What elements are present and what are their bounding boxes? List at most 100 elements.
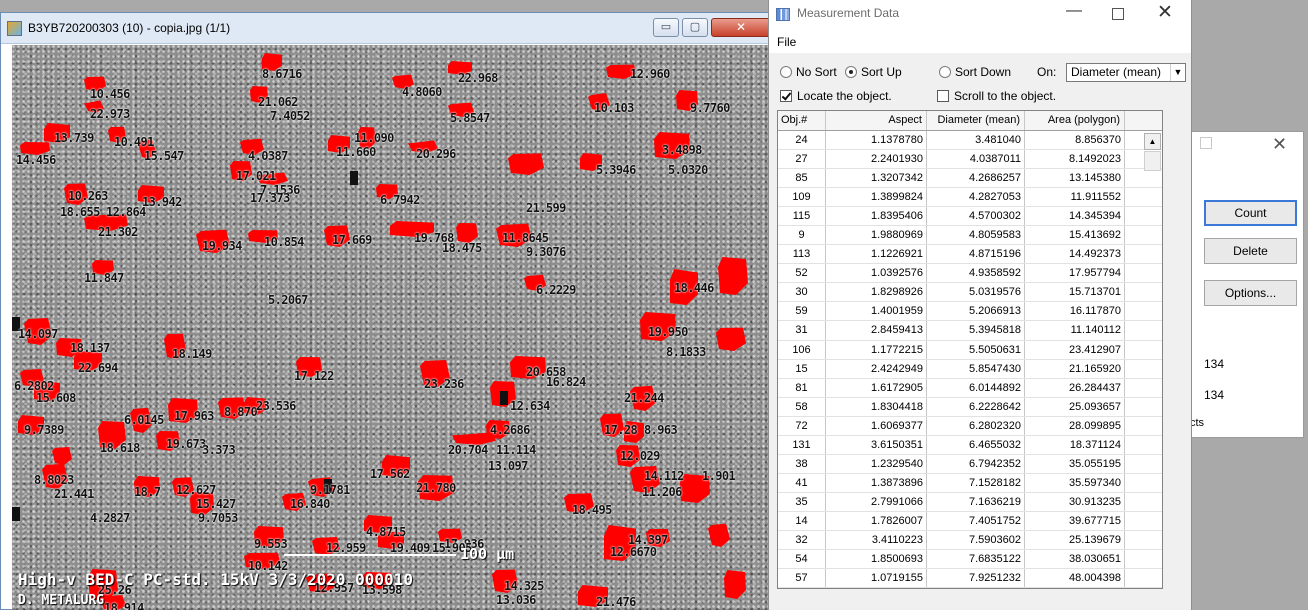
particle-measurement-label: 17.963 <box>174 409 214 423</box>
scrollbar-gutter <box>1125 131 1143 149</box>
scroll-object-checkbox[interactable]: Scroll to the object. <box>937 89 1056 103</box>
locate-object-label: Locate the object. <box>797 89 892 103</box>
measurement-table[interactable]: Obj.# Aspect Diameter (mean) Area (polyg… <box>777 110 1163 590</box>
measurement-title-bar[interactable]: Measurement Data — ✕ <box>769 0 1191 32</box>
minimize-icon[interactable]: — <box>1066 2 1082 20</box>
micrograph-image[interactable]: 8.6716 10.456 22.973 21.062 7.4052 4.8060 22.9… <box>12 45 769 610</box>
particle-measurement-label: 3.373 <box>202 443 236 457</box>
table-row[interactable]: 85 1.3207342 4.2686257 13.145380 <box>778 169 1162 189</box>
particle-measurement-label: 20.704 <box>448 443 488 457</box>
cell-area: 38.030651 <box>1025 550 1125 569</box>
table-row[interactable]: 59 1.4001959 5.2066913 16.117870 <box>778 302 1162 322</box>
locate-object-checkbox[interactable]: Locate the object. <box>780 89 892 103</box>
column-header-aspect[interactable]: Aspect <box>826 111 927 130</box>
minimize-button[interactable]: ▭ <box>653 18 679 37</box>
particle-measurement-label: 16.824 <box>546 375 586 389</box>
scrollbar-thumb[interactable] <box>1144 151 1161 171</box>
scale-label: 100 μm <box>460 545 515 563</box>
particle-measurement-label: 20.296 <box>416 147 456 161</box>
cell-diameter: 5.3945818 <box>927 321 1025 340</box>
count-button[interactable]: Count <box>1204 200 1297 226</box>
maximize-icon[interactable] <box>1112 8 1124 20</box>
table-row[interactable]: 113 1.1226921 4.8715196 14.492373 <box>778 245 1162 265</box>
table-row[interactable]: 131 3.6150351 6.4655032 18.371124 <box>778 435 1162 455</box>
table-row[interactable]: 38 1.2329540 6.7942352 35.055195 <box>778 454 1162 474</box>
scrollbar-gutter <box>1125 569 1143 587</box>
viewer-title-bar[interactable]: B3YB720200303 (10) - copia.jpg (1/1) ▭ ▢… <box>1 13 771 44</box>
particle-measurement-label: 11.8645 <box>502 231 549 245</box>
particle-measurement-label: 18.149 <box>172 347 212 361</box>
cell-obj: 72 <box>778 416 826 435</box>
particle-polygon[interactable] <box>708 523 730 547</box>
sort-key-value: Diameter (mean) <box>1071 65 1162 79</box>
particle-measurement-label: 10.263 <box>68 189 108 203</box>
particle-polygon[interactable] <box>716 327 746 351</box>
particle-polygon[interactable] <box>456 223 478 243</box>
particle-measurement-label: 8.963 <box>644 423 678 437</box>
column-header-obj[interactable]: Obj.# <box>778 111 826 130</box>
cell-area: 8.856370 <box>1025 131 1125 150</box>
particle-measurement-label: 21.302 <box>98 225 138 239</box>
table-row[interactable]: 41 1.3873896 7.1528182 35.597340 <box>778 473 1162 493</box>
column-header-diameter[interactable]: Diameter (mean) <box>927 111 1025 130</box>
close-icon[interactable]: ✕ <box>1272 134 1287 155</box>
menu-file[interactable]: File <box>777 35 796 49</box>
particle-measurement-label: 6.0145 <box>124 413 164 427</box>
delete-button[interactable]: Delete <box>1204 238 1297 264</box>
table-row[interactable]: 52 1.0392576 4.9358592 17.957794 <box>778 264 1162 284</box>
table-row[interactable]: 35 2.7991066 7.1636219 30.913235 <box>778 492 1162 512</box>
table-row[interactable]: 106 1.1772215 5.5050631 23.412907 <box>778 340 1162 360</box>
table-row[interactable]: 81 1.6172905 6.0144892 26.284437 <box>778 378 1162 398</box>
particle-measurement-label: 4.8060 <box>402 85 442 99</box>
cell-diameter: 7.6835122 <box>927 550 1025 569</box>
particle-polygon[interactable] <box>52 447 72 465</box>
chevron-down-icon[interactable]: ▼ <box>1170 64 1185 81</box>
table-row[interactable]: 14 1.7826007 7.4051752 39.677715 <box>778 511 1162 531</box>
scrollbar-gutter <box>1125 302 1143 320</box>
cell-obj: 115 <box>778 207 826 226</box>
cell-aspect: 1.1772215 <box>826 340 927 359</box>
column-header-area[interactable]: Area (polygon) <box>1025 111 1125 130</box>
options-button[interactable]: Options... <box>1204 280 1297 306</box>
maximize-icon[interactable] <box>1200 137 1212 149</box>
close-button[interactable]: ✕ <box>711 18 771 37</box>
table-row[interactable]: 32 3.4110223 7.5903602 25.139679 <box>778 530 1162 551</box>
particle-measurement-label: 18.495 <box>572 503 612 517</box>
maximize-button[interactable]: ▢ <box>682 18 708 37</box>
table-row[interactable]: 109 1.3899824 4.2827053 11.911552 <box>778 188 1162 208</box>
cell-aspect: 1.1378780 <box>826 131 927 150</box>
table-row[interactable]: 31 2.8459413 5.3945818 11.140112 <box>778 321 1162 341</box>
scroll-up-arrow-icon[interactable]: ▲ <box>1144 133 1161 150</box>
table-row[interactable]: 27 2.2401930 4.0387011 8.1492023 <box>778 150 1162 170</box>
particle-measurement-label: 19.950 <box>648 325 688 339</box>
table-row[interactable]: 72 1.6069377 6.2802320 28.099895 <box>778 416 1162 436</box>
particle-measurement-label: 19.673 <box>166 437 206 451</box>
scrollbar-gutter <box>1125 550 1143 568</box>
table-row[interactable]: 58 1.8304418 6.2228642 25.093657 <box>778 397 1162 417</box>
scrollbar-gutter <box>1125 321 1143 339</box>
particle-polygon[interactable] <box>718 257 748 295</box>
table-row[interactable]: 54 1.8500693 7.6835122 38.030651 <box>778 550 1162 570</box>
particle-measurement-label: 19.934 <box>202 239 242 253</box>
particle-polygon[interactable] <box>724 570 746 599</box>
particle-measurement-label: 3.4898 <box>662 143 702 157</box>
particle-measurement-label: 17.122 <box>294 369 334 383</box>
close-icon[interactable]: ✕ <box>1157 1 1173 24</box>
table-row[interactable]: 15 2.4242949 5.8547430 21.165920 <box>778 359 1162 379</box>
particle-measurement-label: 5.8547 <box>450 111 490 125</box>
table-row[interactable]: 9 1.9880969 4.8059583 15.413692 <box>778 226 1162 246</box>
image-app-icon <box>7 21 22 36</box>
scrollbar-gutter <box>1125 360 1143 378</box>
radio-sort-down[interactable]: Sort Down <box>939 65 1011 79</box>
radio-sort-up[interactable]: Sort Up <box>845 65 902 79</box>
radio-no-sort[interactable]: No Sort <box>780 65 837 79</box>
particle-polygon[interactable] <box>508 153 544 175</box>
sort-key-select[interactable]: Diameter (mean) ▼ <box>1066 63 1186 82</box>
table-row[interactable]: 57 1.0719155 7.9251232 48.004398 <box>778 569 1162 589</box>
cell-diameter: 4.5700302 <box>927 207 1025 226</box>
radio-icon <box>780 66 792 78</box>
cell-area: 11.911552 <box>1025 188 1125 207</box>
table-row[interactable]: 115 1.8395406 4.5700302 14.345394 <box>778 207 1162 227</box>
table-row[interactable]: 30 1.8298926 5.0319576 15.713701 <box>778 283 1162 303</box>
table-row[interactable]: 24 1.1378780 3.481040 8.856370 <box>778 131 1162 151</box>
